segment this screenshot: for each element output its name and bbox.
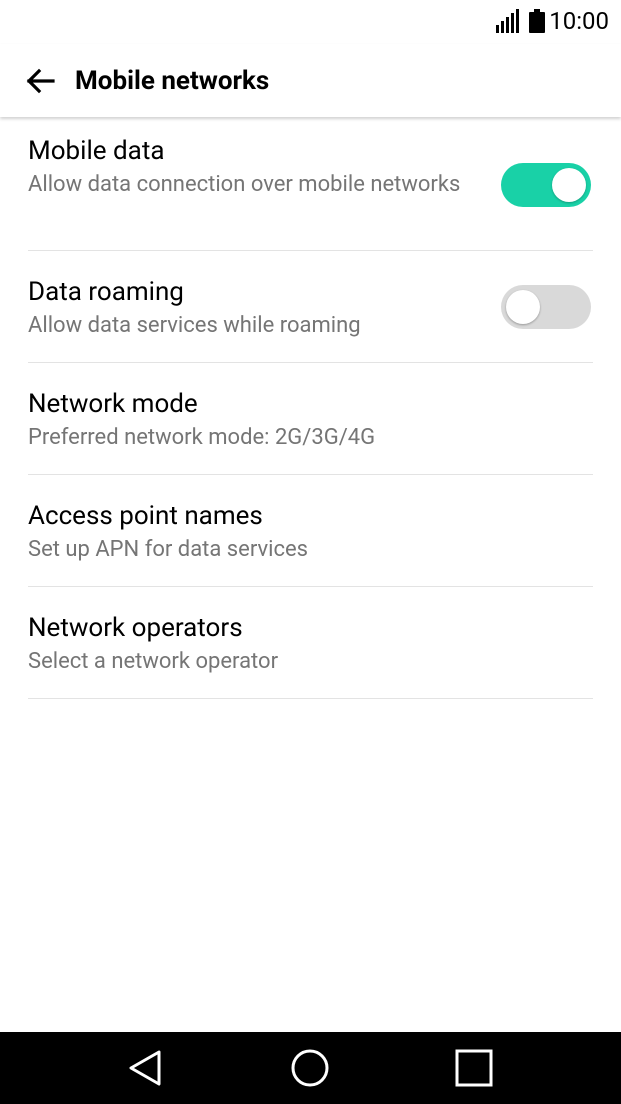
page-title: Mobile networks <box>75 65 270 96</box>
circle-home-icon <box>291 1049 329 1087</box>
setting-title: Network mode <box>28 389 198 419</box>
status-icons: 10:00 <box>496 6 609 36</box>
setting-subtitle: Select a network operator <box>28 649 279 674</box>
setting-subtitle: Allow data services while roaming <box>28 313 361 338</box>
data-roaming-toggle[interactable] <box>501 285 591 329</box>
status-clock: 10:00 <box>549 7 609 35</box>
setting-title: Data roaming <box>28 277 184 307</box>
mobile-data-toggle[interactable] <box>501 163 591 207</box>
setting-access-point-names[interactable]: Access point names Set up APN for data s… <box>28 475 593 587</box>
square-recents-icon <box>455 1049 493 1087</box>
nav-recents-button[interactable] <box>452 1046 496 1090</box>
setting-title: Access point names <box>28 501 263 531</box>
setting-network-mode[interactable]: Network mode Preferred network mode: 2G/… <box>28 363 593 475</box>
nav-home-button[interactable] <box>288 1046 332 1090</box>
back-button[interactable] <box>22 63 58 99</box>
setting-title: Mobile data <box>28 136 165 166</box>
toggle-knob <box>506 290 540 324</box>
setting-mobile-data[interactable]: Mobile data Allow data connection over m… <box>28 117 593 251</box>
battery-full-icon <box>529 9 546 33</box>
status-bar: 10:00 <box>0 0 621 44</box>
setting-title: Network operators <box>28 613 243 643</box>
app-bar: Mobile networks <box>0 44 621 117</box>
settings-list: Mobile data Allow data connection over m… <box>0 117 621 699</box>
nav-back-button[interactable] <box>124 1046 168 1090</box>
arrow-back-icon <box>26 68 55 93</box>
signal-strength-icon <box>496 9 521 33</box>
setting-subtitle: Set up APN for data services <box>28 537 309 562</box>
setting-data-roaming[interactable]: Data roaming Allow data services while r… <box>28 251 593 363</box>
setting-subtitle: Allow data connection over mobile networ… <box>28 172 461 197</box>
navigation-bar <box>0 1032 621 1104</box>
triangle-back-icon <box>129 1050 161 1086</box>
setting-subtitle: Preferred network mode: 2G/3G/4G <box>28 425 376 450</box>
toggle-knob <box>552 168 586 202</box>
setting-network-operators[interactable]: Network operators Select a network opera… <box>28 587 593 699</box>
